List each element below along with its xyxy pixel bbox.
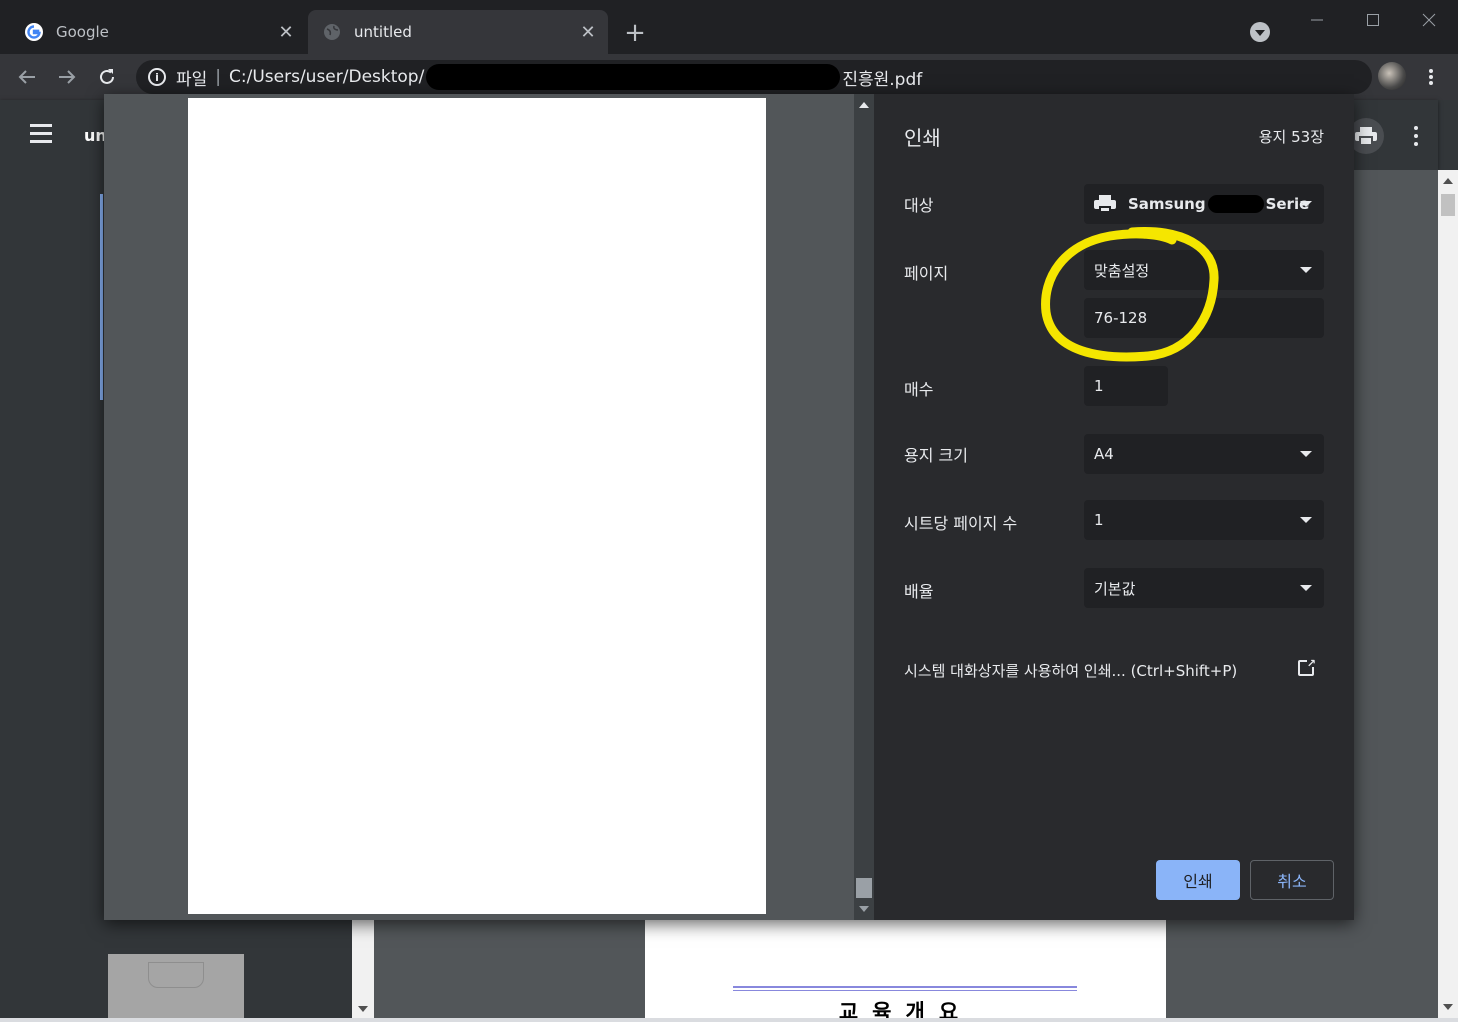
tab-title: untitled	[354, 23, 412, 41]
window-close-icon[interactable]	[1414, 8, 1444, 32]
scale-label: 배율	[904, 582, 934, 601]
scrollbar-thumb[interactable]	[856, 878, 872, 898]
cancel-button[interactable]: 취소	[1250, 860, 1334, 900]
print-preview-area	[104, 94, 854, 920]
pages-per-sheet-value: 1	[1094, 511, 1104, 529]
tab-untitled[interactable]: untitled ✕	[308, 10, 608, 54]
pages-per-sheet-select[interactable]: 1	[1084, 500, 1324, 540]
system-dialog-link[interactable]: 시스템 대화상자를 사용하여 인쇄... (Ctrl+Shift+P)	[904, 660, 1237, 681]
active-thumbnail-indicator	[100, 194, 103, 400]
heading-rule	[733, 990, 1077, 991]
close-icon[interactable]: ✕	[274, 20, 298, 44]
minimize-icon[interactable]	[1302, 8, 1332, 32]
pages-mode-value: 맞춤설정	[1094, 261, 1150, 280]
copies-label: 매수	[904, 380, 934, 399]
paper-size-select[interactable]: A4	[1084, 434, 1324, 474]
menu-icon[interactable]	[30, 124, 52, 144]
document-scrollbar[interactable]	[1438, 170, 1458, 1018]
new-tab-button[interactable]: +	[620, 18, 650, 48]
paper-size-label: 용지 크기	[904, 446, 968, 465]
scale-value: 기본값	[1094, 579, 1136, 598]
url-scheme-label: 파일	[176, 69, 208, 90]
scale-select[interactable]: 기본값	[1084, 568, 1324, 608]
profile-avatar[interactable]	[1378, 62, 1406, 90]
preview-page	[188, 98, 766, 914]
more-options-icon[interactable]	[1404, 122, 1428, 150]
globe-icon	[322, 22, 342, 42]
tab-title: Google	[56, 23, 109, 41]
scroll-down-icon[interactable]	[1443, 1004, 1453, 1010]
printer-icon	[1094, 195, 1116, 213]
back-arrow-icon[interactable]	[14, 64, 40, 90]
bottom-edge	[0, 1018, 1458, 1022]
pages-select[interactable]: 맞춤설정	[1084, 250, 1324, 290]
page-thumbnail[interactable]	[108, 954, 244, 1018]
scroll-down-icon[interactable]	[859, 906, 869, 912]
pages-per-sheet-label: 시트당 페이지 수	[904, 514, 1018, 533]
chevron-down-icon	[1300, 585, 1312, 591]
scroll-down-icon[interactable]	[358, 1006, 368, 1012]
tab-strip: Google ✕ untitled ✕ +	[0, 0, 1458, 54]
forward-arrow-icon[interactable]	[54, 64, 80, 90]
print-dialog: 인쇄 용지 53장 대상 Samsung Serie 페이지 맞춤설정 76-1…	[104, 94, 1354, 920]
chevron-down-icon	[1300, 267, 1312, 273]
chevron-down-icon	[1300, 451, 1312, 457]
redaction-mark	[426, 64, 841, 90]
tab-search-icon[interactable]	[1250, 22, 1270, 42]
reload-icon[interactable]	[94, 64, 120, 90]
open-external-icon[interactable]: ↗	[1298, 657, 1316, 676]
scrollbar-thumb[interactable]	[1441, 194, 1455, 216]
browser-menu-icon[interactable]	[1418, 64, 1444, 90]
url-separator: |	[215, 67, 222, 87]
chevron-down-icon	[1300, 517, 1312, 523]
print-title: 인쇄	[904, 126, 941, 150]
copies-input[interactable]: 1	[1084, 366, 1168, 406]
printer-name-prefix: Samsung	[1128, 195, 1206, 213]
scroll-up-icon[interactable]	[1443, 178, 1453, 184]
chevron-down-icon	[1300, 201, 1312, 207]
url-filename: 진흥원.pdf	[842, 69, 923, 90]
destination-select[interactable]: Samsung Serie	[1084, 184, 1324, 224]
maximize-icon[interactable]	[1358, 8, 1388, 32]
page-range-value: 76-128	[1094, 309, 1148, 327]
sheet-count: 용지 53장	[1258, 128, 1324, 146]
document-page: 교육개요	[645, 920, 1166, 1022]
copies-value: 1	[1094, 377, 1104, 395]
url-path: C:/Users/user/Desktop/	[229, 67, 425, 87]
print-button[interactable]: 인쇄	[1156, 860, 1240, 900]
address-bar[interactable]: i 파일 | C:/Users/user/Desktop/ 진흥원.pdf	[136, 60, 1372, 94]
preview-scrollbar[interactable]	[854, 94, 874, 920]
tab-google[interactable]: Google ✕	[10, 10, 306, 54]
heading-rule	[733, 986, 1077, 988]
google-icon	[24, 22, 44, 42]
page-range-input[interactable]: 76-128	[1084, 298, 1324, 338]
paper-size-value: A4	[1094, 445, 1114, 463]
scroll-up-icon[interactable]	[859, 102, 869, 108]
print-settings-panel: 인쇄 용지 53장 대상 Samsung Serie 페이지 맞춤설정 76-1…	[874, 94, 1354, 920]
redaction-mark	[1207, 195, 1264, 213]
close-icon[interactable]: ✕	[576, 20, 600, 44]
pages-label: 페이지	[904, 264, 949, 283]
destination-label: 대상	[904, 196, 934, 215]
info-icon[interactable]: i	[148, 68, 166, 86]
